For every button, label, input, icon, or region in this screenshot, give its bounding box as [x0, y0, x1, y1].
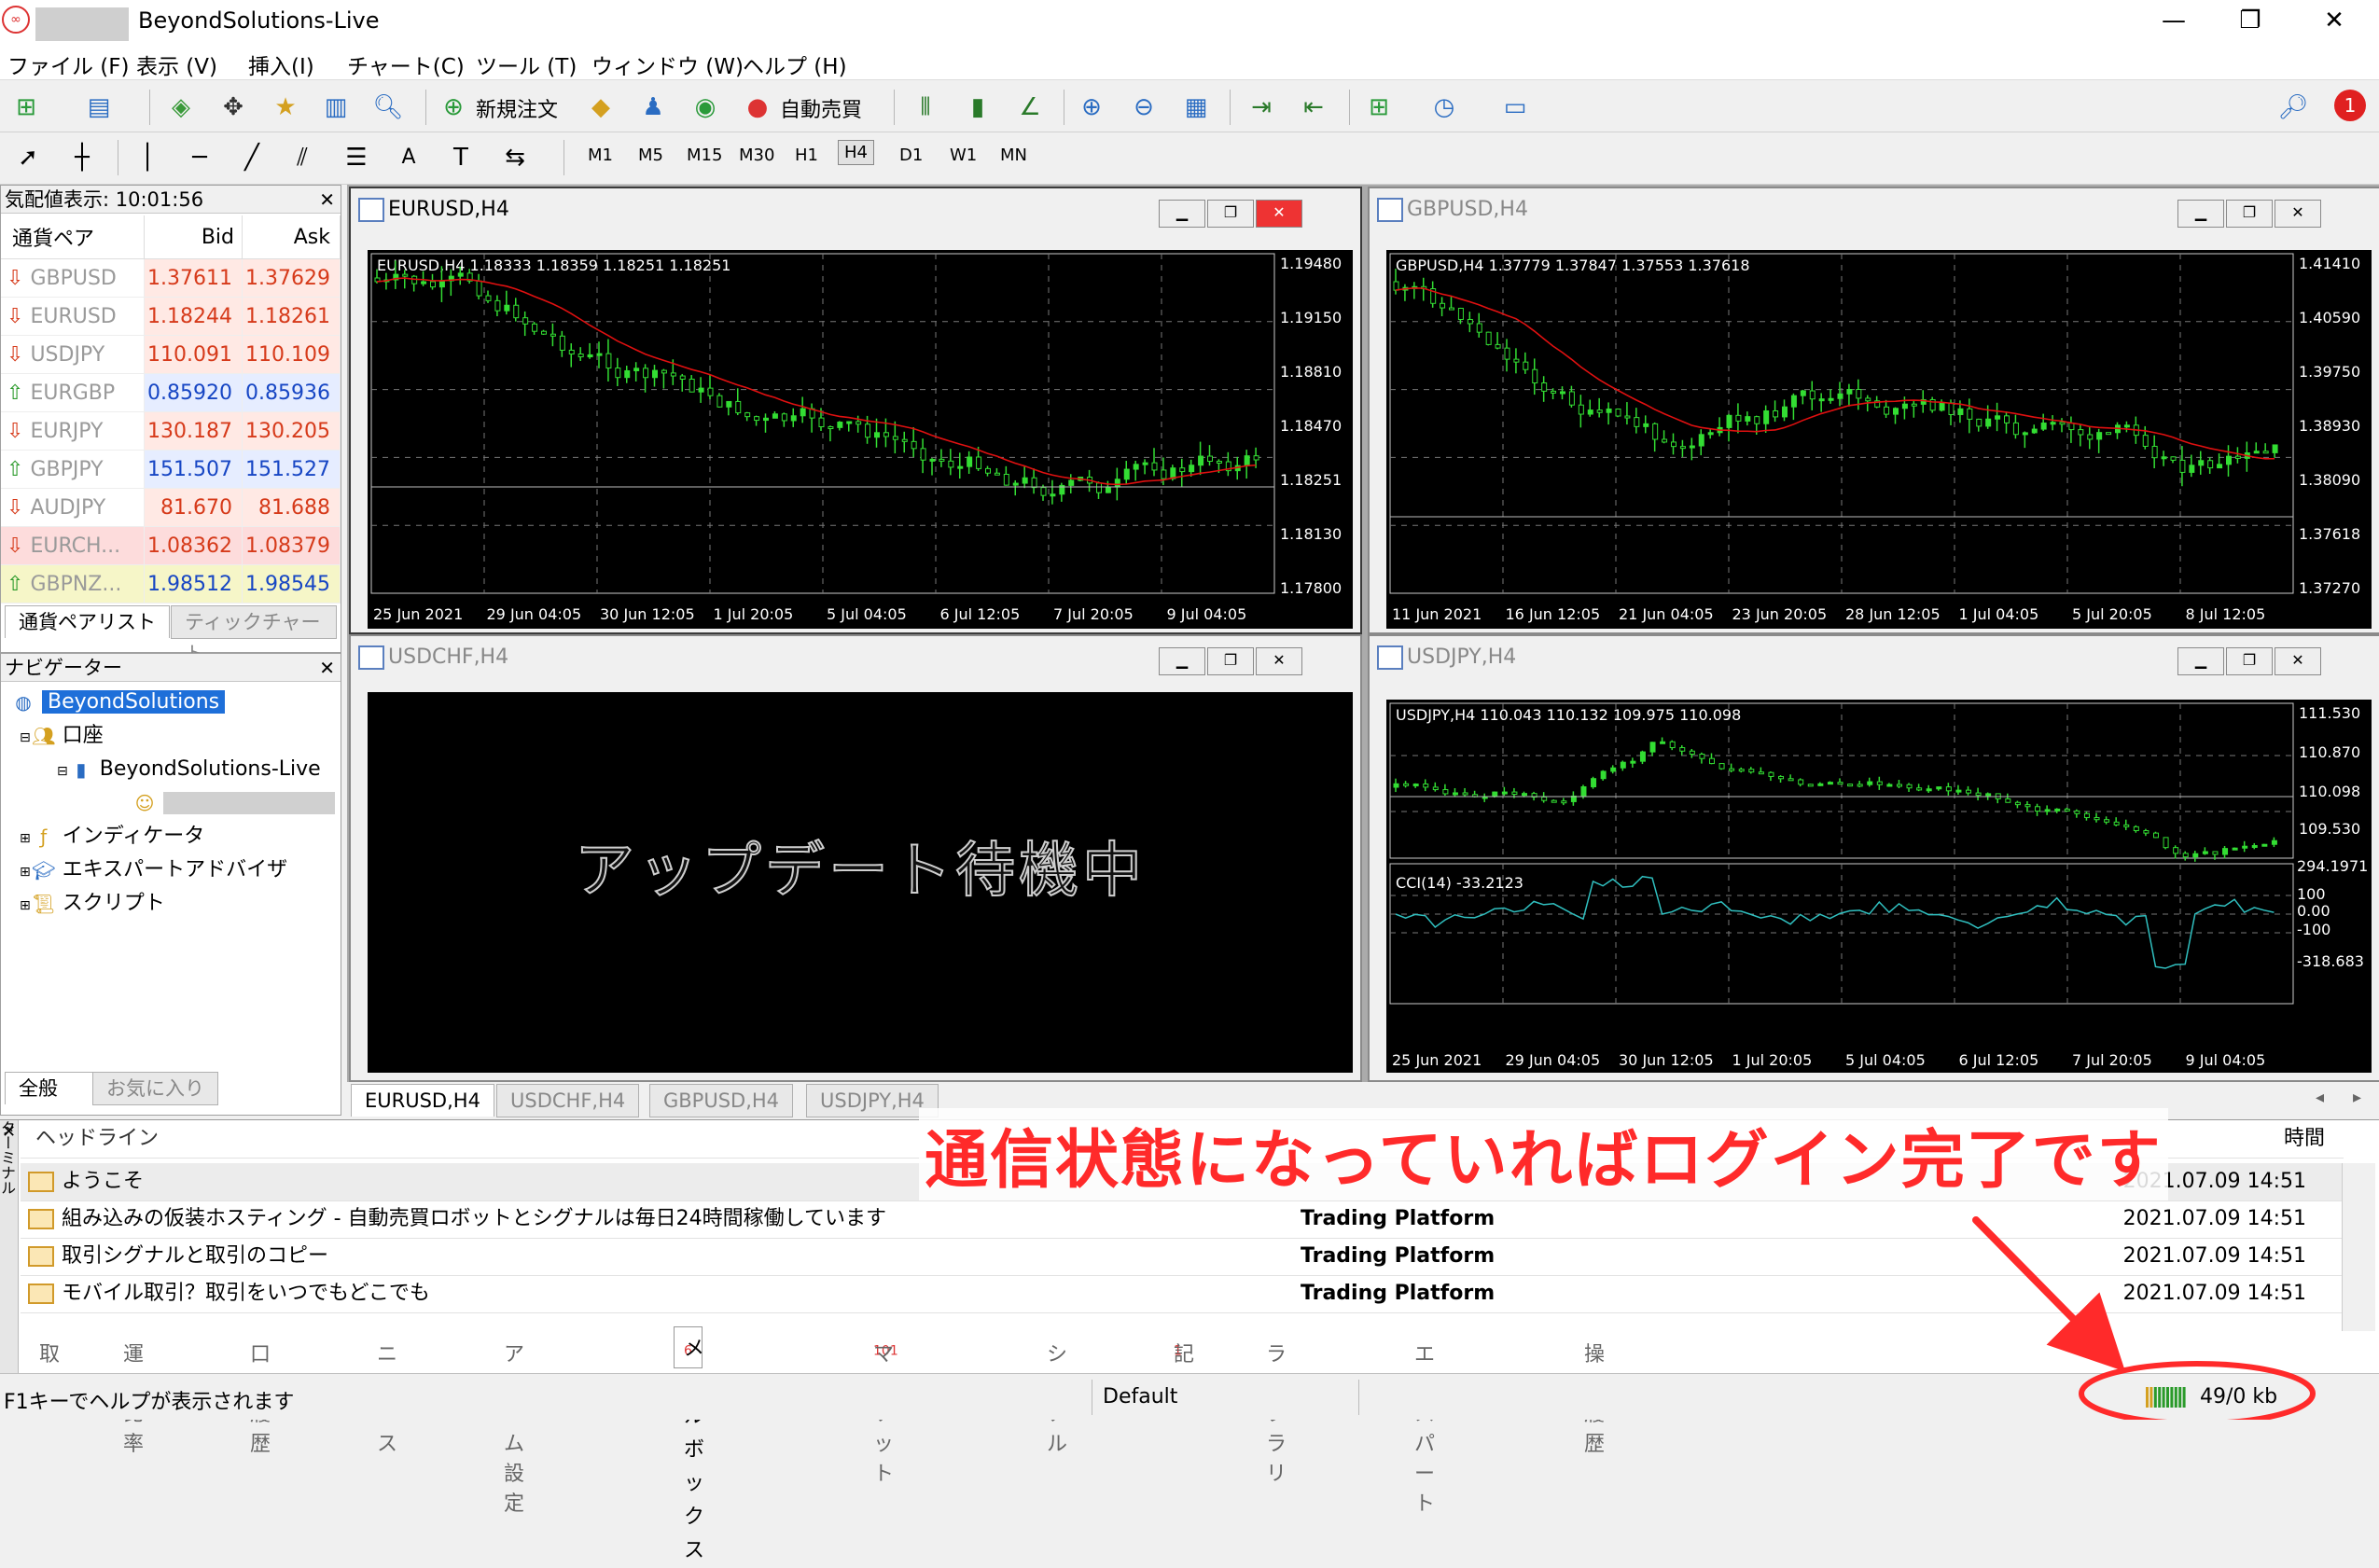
annotation-arrow	[1972, 1216, 2316, 1420]
